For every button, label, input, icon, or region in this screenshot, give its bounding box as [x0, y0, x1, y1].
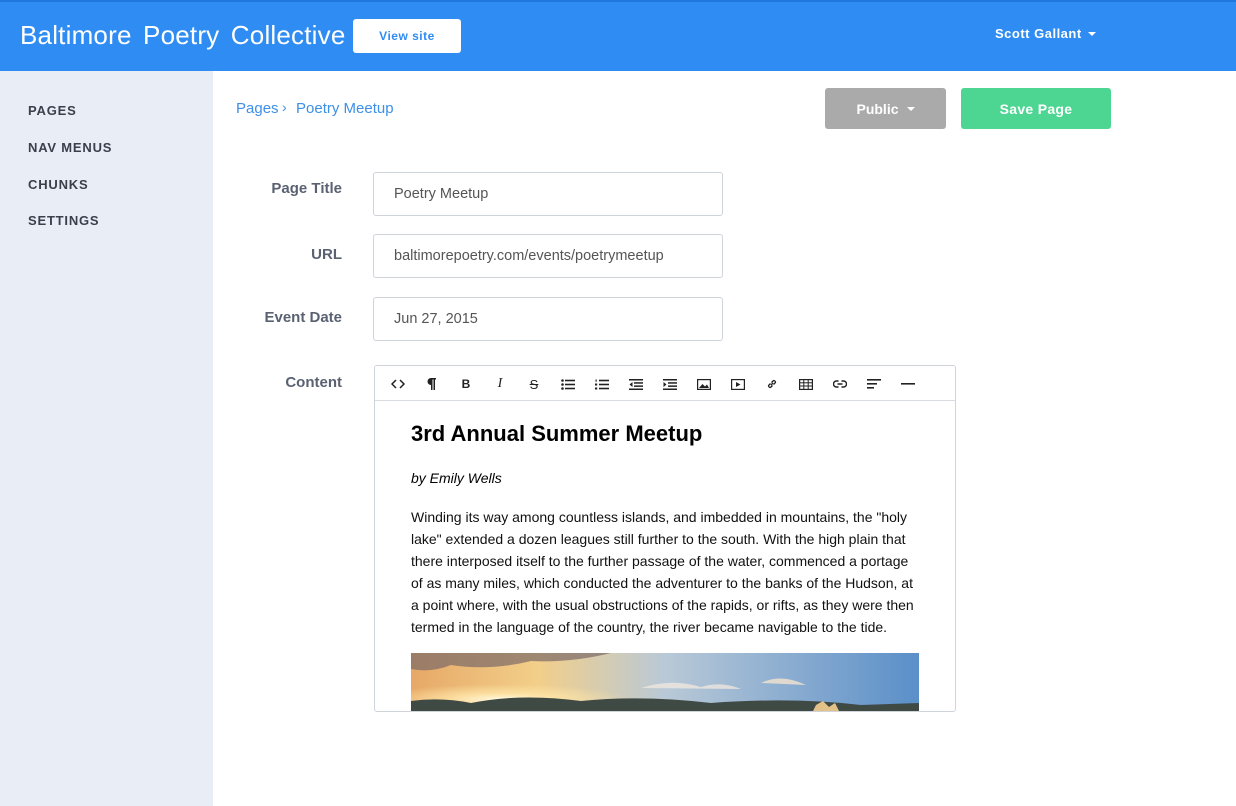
- chevron-down-icon: [906, 106, 915, 111]
- content-label: Content: [285, 374, 342, 391]
- content-heading: 3rd Annual Summer Meetup: [411, 421, 703, 446]
- sidebar: PAGES NAV MENUS CHUNKS SETTINGS: [0, 71, 213, 806]
- strikethrough-icon[interactable]: S: [524, 375, 544, 393]
- link-icon[interactable]: [762, 375, 782, 393]
- sidebar-item-nav-menus[interactable]: NAV MENUS: [28, 140, 112, 155]
- user-menu[interactable]: Scott Gallant: [995, 26, 1096, 41]
- video-icon[interactable]: [728, 375, 748, 393]
- page-title-input[interactable]: Poetry Meetup: [373, 172, 723, 216]
- editor-content[interactable]: 3rd Annual Summer Meetup by Emily Wells …: [411, 421, 921, 638]
- app-title[interactable]: Baltimore Poetry Collective: [20, 20, 346, 51]
- sidebar-item-settings[interactable]: SETTINGS: [28, 213, 99, 228]
- table-icon[interactable]: [796, 375, 816, 393]
- bold-icon[interactable]: B: [456, 375, 476, 393]
- url-label: URL: [311, 246, 342, 263]
- outdent-icon[interactable]: [626, 375, 646, 393]
- html-icon[interactable]: [388, 375, 408, 393]
- italic-icon[interactable]: I: [490, 375, 510, 393]
- breadcrumb-current: Poetry Meetup: [296, 100, 394, 117]
- indent-icon[interactable]: [660, 375, 680, 393]
- top-bar: Baltimore Poetry Collective View site Sc…: [0, 0, 1236, 71]
- unordered-list-icon[interactable]: [558, 375, 578, 393]
- horizontal-rule-icon[interactable]: [898, 375, 918, 393]
- breadcrumb-pages-link[interactable]: Pages: [236, 100, 279, 117]
- content-author: by Emily Wells: [411, 470, 502, 486]
- visibility-label: Public: [856, 100, 899, 117]
- breadcrumb-separator: ›: [282, 99, 287, 115]
- sidebar-item-chunks[interactable]: CHUNKS: [28, 177, 88, 192]
- align-icon[interactable]: [864, 375, 884, 393]
- url-input[interactable]: baltimorepoetry.com/events/poetrymeetup: [373, 234, 723, 278]
- content-paragraph: Winding its way among countless islands,…: [411, 509, 914, 635]
- image-icon[interactable]: [694, 375, 714, 393]
- view-site-button[interactable]: View site: [353, 19, 461, 53]
- visibility-dropdown-button[interactable]: Public: [825, 88, 946, 129]
- chevron-down-icon: [1087, 31, 1096, 36]
- paragraph-icon[interactable]: [422, 375, 442, 393]
- ordered-list-icon[interactable]: [592, 375, 612, 393]
- page-title-label: Page Title: [271, 180, 342, 197]
- save-page-button[interactable]: Save Page: [961, 88, 1111, 129]
- user-name: Scott Gallant: [995, 26, 1082, 41]
- link-alt-icon[interactable]: [830, 375, 850, 393]
- editor-toolbar: B I S: [375, 366, 955, 401]
- sidebar-item-pages[interactable]: PAGES: [28, 103, 77, 118]
- event-date-label: Event Date: [264, 309, 342, 326]
- event-date-input[interactable]: Jun 27, 2015: [373, 297, 723, 341]
- content-image[interactable]: [411, 653, 919, 711]
- content-editor[interactable]: B I S 3rd Annual Summer Meetup by Emily …: [374, 365, 956, 712]
